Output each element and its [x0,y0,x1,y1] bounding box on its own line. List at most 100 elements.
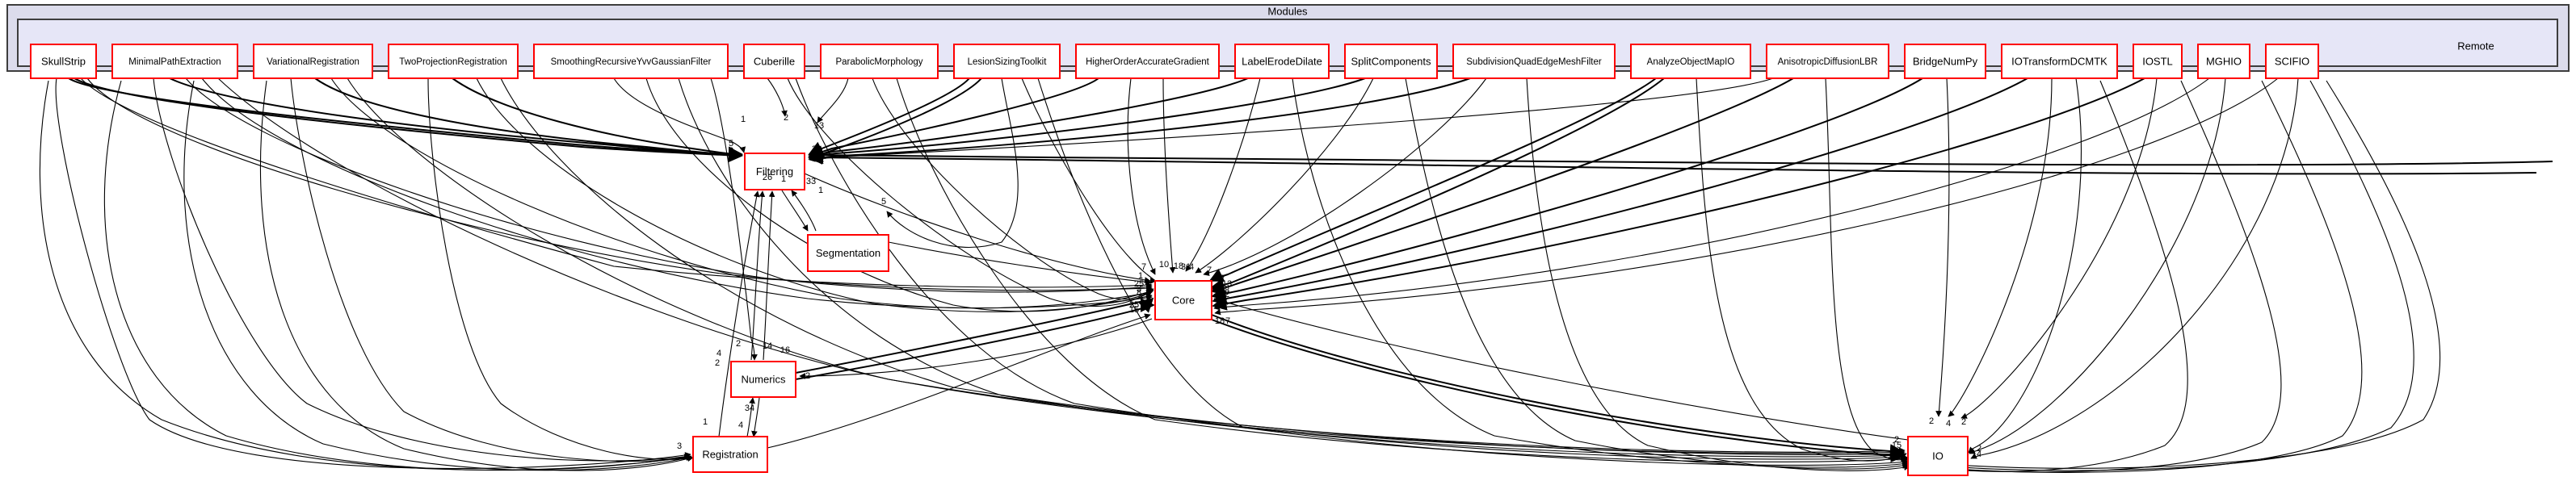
node-cuberille[interactable]: Cuberille [743,44,805,79]
edge [1910,80,2363,473]
edge-weight-label: 8 [729,146,733,156]
edge [1208,77,1657,282]
edge [1195,77,1374,274]
edge [1910,80,2282,473]
node-label: SkullStrip [41,55,86,67]
edge [1213,297,1909,441]
edge-weight-label: 15 [1892,441,1902,450]
node-label: SCIFIO [2275,55,2309,67]
edge-weight-label: 14 [763,341,772,351]
node-parabolic-morphology[interactable]: ParabolicMorphology [820,44,939,79]
edge-weight-label: 33 [806,177,816,186]
node-iostl[interactable]: IOSTL [2133,44,2183,79]
edge-weight-label: 4 [1189,262,1194,272]
edge [645,77,1154,312]
cluster-remote-label: Remote [2457,40,2494,52]
edge [888,241,1152,286]
node-label: TwoProjectionRegistration [399,57,507,67]
node-registration[interactable]: Registration [692,436,768,473]
node-io[interactable]: IO [1907,436,1969,476]
edge-weight-label: 34 [745,404,754,413]
node-label: BridgeNumPy [1913,55,1978,67]
edge-weight-label: 2 [1929,416,1934,426]
edge-weight-label: 26 [763,173,772,182]
edge [103,80,692,471]
edge [183,80,692,471]
edge [1214,77,2279,316]
edge [476,77,1153,312]
edge [1021,77,1157,284]
node-segmentation[interactable]: Segmentation [807,234,889,272]
node-iotransform-dcmtk[interactable]: IOTransformDCMTK [2001,44,2118,79]
node-skull-strip[interactable]: SkullStrip [30,44,97,79]
edge [799,318,1153,379]
node-minimal-path-extraction[interactable]: MinimalPathExtraction [111,44,238,79]
node-core[interactable]: Core [1154,280,1212,320]
node-subdivision-quad-edge-mesh-filter[interactable]: SubdivisionQuadEdgeMeshFilter [1452,44,1616,79]
edge-weight-label: 2 [715,358,720,368]
edge [1968,77,2082,454]
node-two-projection-registration[interactable]: TwoProjectionRegistration [388,44,519,79]
node-label: SmoothingRecursiveYvvGaussianFilter [551,57,712,67]
edge [1910,80,2188,472]
node-bridge-num-py[interactable]: BridgeNumPy [1904,44,1986,79]
edge-weight-label: 1 [818,186,823,195]
edge [39,80,692,471]
edge [1209,77,1665,293]
node-anisotropic-diffusion-lbr[interactable]: AnisotropicDiffusionLBR [1766,44,1889,79]
module-dependency-graph: Modules Remote SkullStrip MinimalPathExt… [6,4,2570,476]
node-label: AnisotropicDiffusionLBR [1778,57,1878,67]
node-lesion-sizing-toolkit[interactable]: LesionSizingToolkit [953,44,1061,79]
edge [1970,77,2299,459]
node-label: Segmentation [816,247,880,259]
node-label: SplitComponents [1351,55,1431,67]
edge-weight-label: 2 [805,371,810,381]
edge [767,313,1151,449]
node-label-erode-dilate[interactable]: LabelErodeDilate [1234,44,1330,79]
node-higher-order-accurate-gradient[interactable]: HigherOrderAccurateGradient [1075,44,1220,79]
edge [153,77,691,462]
edge-weight-label: 1 [703,417,708,427]
node-mghio[interactable]: MGHIO [2197,44,2250,79]
edge [55,77,691,470]
edge [201,77,1153,309]
node-label: LabelErodeDilate [1242,55,1322,67]
edge [808,77,1249,162]
edge [1969,77,2226,454]
edge [1696,77,1907,462]
node-variational-registration[interactable]: VariationalRegistration [253,44,373,79]
node-label: Registration [702,448,758,460]
edge [886,77,1019,249]
edge [427,77,694,462]
edge [1935,77,1950,417]
edge-weight-label: 7 [1207,266,1212,275]
node-label: AnalyzeObjectMapIO [1647,57,1735,67]
node-filtering[interactable]: Filtering [744,153,805,190]
edge [787,77,1154,307]
node-scifio[interactable]: SCIFIO [2265,44,2319,79]
edge [767,77,788,117]
edge-weight-label: 5 [881,197,886,207]
edge-weight-label: 15 [1129,305,1139,315]
edge [1960,77,2158,419]
edge [290,77,692,462]
edge [718,190,760,437]
node-analyze-object-map-io[interactable]: AnalyzeObjectMapIO [1630,44,1751,79]
edge-weight-label: 4 [1977,450,1981,459]
edge [1210,77,1794,295]
node-smoothing-recursive-yvv-gaussian-filter[interactable]: SmoothingRecursiveYvvGaussianFilter [533,44,729,79]
edge-weight-label: 4 [738,420,743,430]
nodes-layer: SkullStrip MinimalPathExtraction Variation… [30,44,2319,476]
edges-layer [39,77,2553,473]
node-label: Numerics [742,373,786,385]
edge-weight-label: 2 [736,339,741,349]
edge-weight-label: 2 [1961,417,1966,427]
node-split-components[interactable]: SplitComponents [1344,44,1438,79]
edge [795,298,1155,380]
edge-weight-label: 7 [1225,316,1230,326]
node-label: MinimalPathExtraction [128,57,221,67]
edge-weight-label: 4 [1222,300,1227,310]
node-numerics[interactable]: Numerics [730,361,796,398]
node-label: SubdivisionQuadEdgeMeshFilter [1466,57,1602,67]
edge-weight-label: 2 [784,113,788,123]
